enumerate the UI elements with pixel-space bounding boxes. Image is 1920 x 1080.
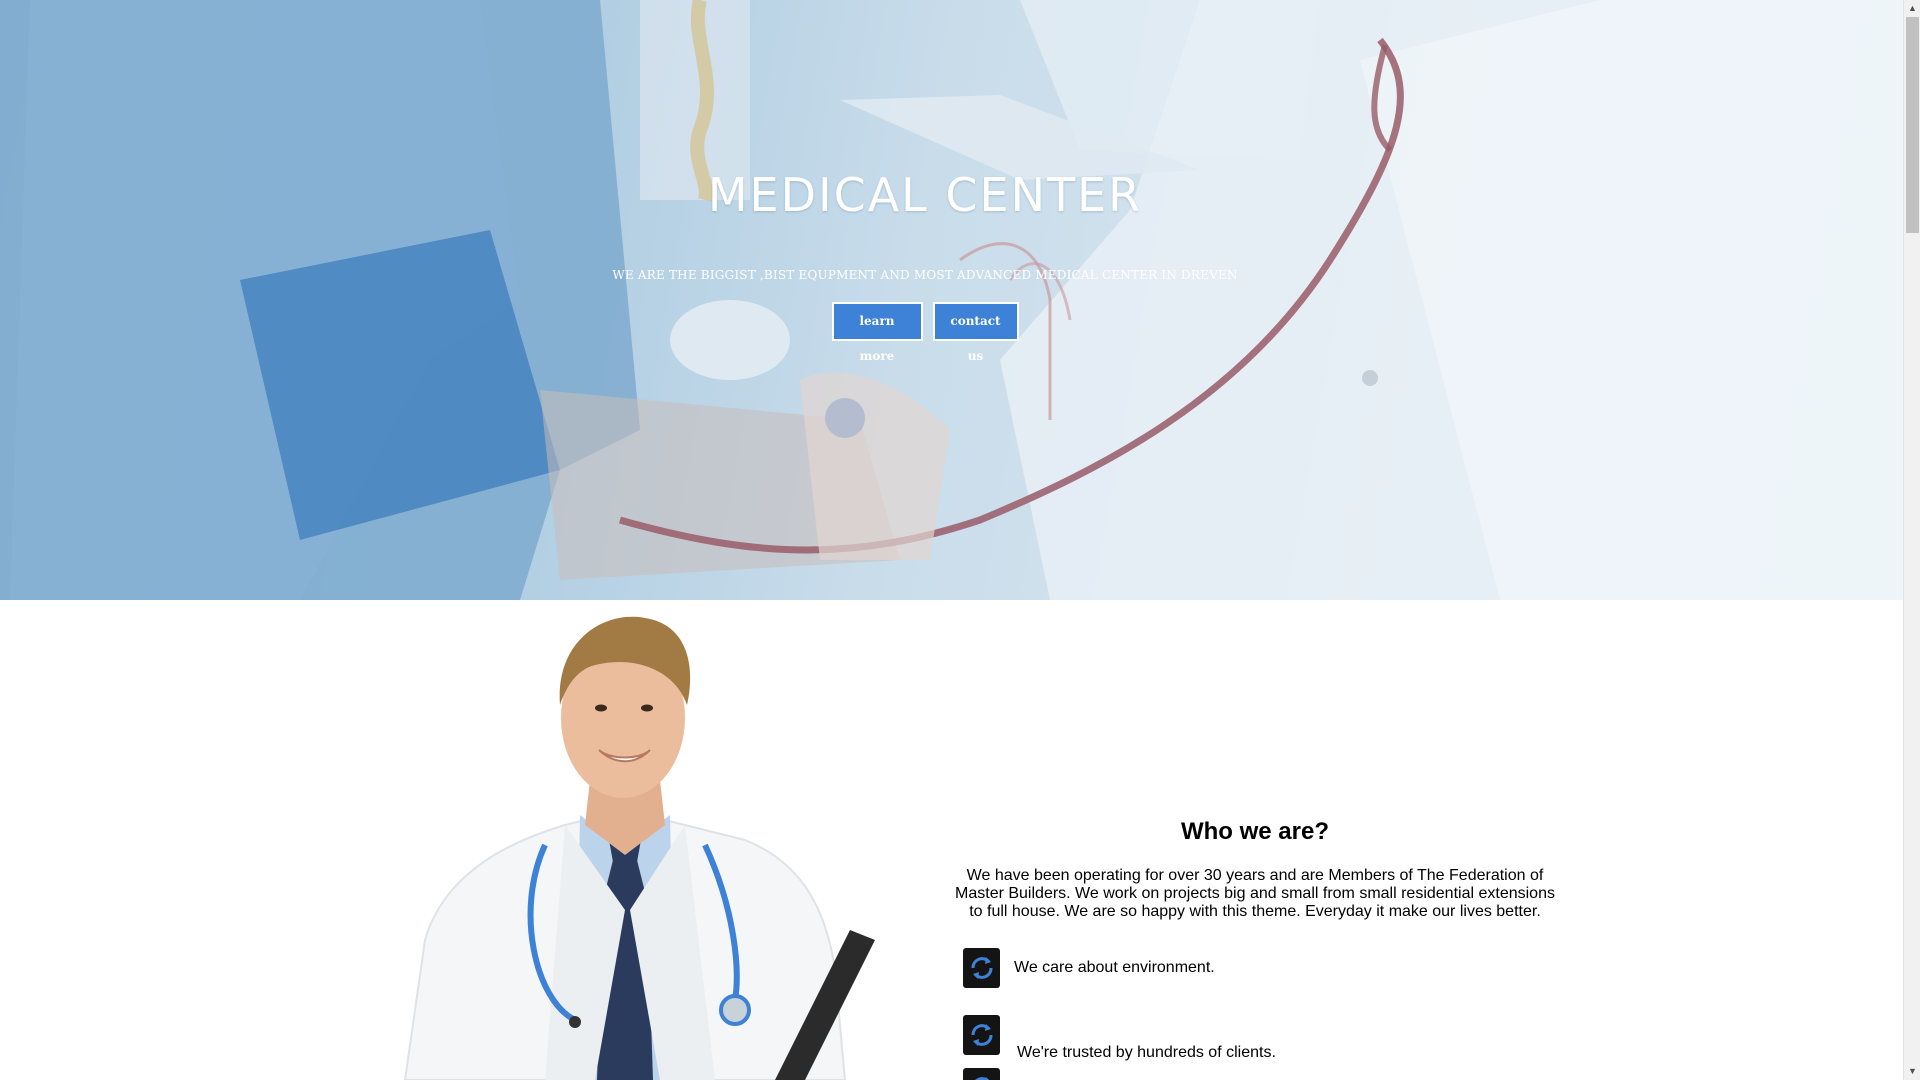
feature-item bbox=[963, 1068, 1014, 1080]
feature-label: We're trusted by hundreds of clients. bbox=[1017, 1044, 1276, 1061]
feature-item: We care about environment. bbox=[963, 948, 1215, 988]
learn-more-button[interactable]: learn more bbox=[831, 302, 923, 363]
refresh-icon bbox=[963, 1068, 1000, 1080]
hero-subtitle: WE ARE THE BIGGIST ,BIST EQUPMENT AND MO… bbox=[612, 268, 1238, 282]
about-description: We have been operating for over 30 years… bbox=[955, 867, 1555, 920]
page-scrollbar[interactable]: ▲ ▼ bbox=[1903, 0, 1920, 1080]
scroll-down-arrow-icon[interactable]: ▼ bbox=[1904, 1063, 1920, 1080]
doctor-image bbox=[403, 616, 875, 1080]
hero-button-group: learn more contact us bbox=[0, 302, 1850, 363]
scroll-up-arrow-icon[interactable]: ▲ bbox=[1904, 0, 1920, 17]
scrollbar-thumb[interactable] bbox=[1906, 17, 1919, 233]
contact-us-button[interactable]: contact us bbox=[932, 302, 1019, 363]
refresh-icon bbox=[963, 1015, 1000, 1055]
feature-item: We're trusted by hundreds of clients. bbox=[963, 1008, 1276, 1062]
hero-banner: MEDICAL CENTER WE ARE THE BIGGIST ,BIST … bbox=[0, 0, 1903, 600]
hero-title: MEDICAL CENTER bbox=[707, 168, 1143, 222]
hero-overlay bbox=[0, 0, 1903, 600]
refresh-icon bbox=[963, 948, 1000, 988]
feature-label: We care about environment. bbox=[1014, 959, 1215, 976]
about-title: Who we are? bbox=[1180, 818, 1330, 845]
